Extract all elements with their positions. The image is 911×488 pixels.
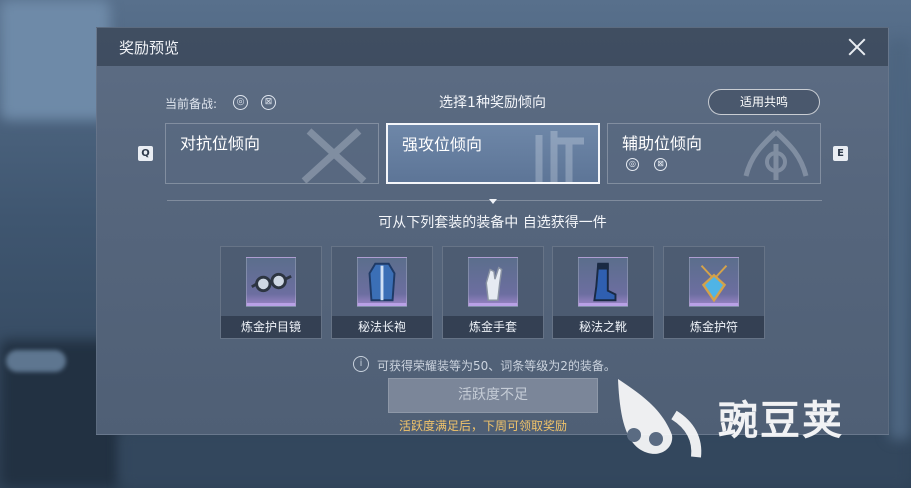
tendency-option-support[interactable]: 辅助位倾向 ◎ ⊠ (607, 123, 821, 184)
support-emblem-icon (743, 130, 809, 180)
tendency-label: 对抗位倾向 (180, 134, 261, 153)
tendency-option-confront[interactable]: 对抗位倾向 (165, 123, 379, 184)
background-scene (0, 0, 110, 120)
item-icon-frame (689, 257, 739, 307)
tendency-label: 强攻位倾向 (402, 135, 483, 154)
amulet-icon (700, 265, 728, 303)
key-hint-e: E (833, 146, 848, 161)
item-name: 炼金手套 (443, 316, 543, 338)
apply-resonance-button[interactable]: 适用共鸣 (708, 89, 820, 115)
team-role-icon: ⊠ (654, 158, 667, 171)
item-card[interactable]: 秘法长袍 (331, 246, 433, 339)
watermark-text: 豌豆荚 (718, 398, 844, 444)
item-name: 秘法之靴 (553, 316, 653, 338)
item-card[interactable]: 炼金护符 (663, 246, 765, 339)
item-icon-frame (468, 257, 518, 307)
item-icon-frame (357, 257, 407, 307)
claim-reward-button-disabled[interactable]: 活跃度不足 (388, 378, 598, 413)
selection-pointer-icon (489, 199, 497, 204)
boot-icon (593, 262, 617, 302)
warning-text: 活跃度满足后，下周可领取奖励 (399, 419, 568, 433)
team-role-icon: ◎ (626, 158, 639, 171)
tendency-label: 辅助位倾向 (622, 134, 703, 153)
item-card[interactable]: 炼金手套 (442, 246, 544, 339)
tendency-option-strike[interactable]: 强攻位倾向 (386, 123, 600, 184)
key-hint-q: Q (138, 146, 153, 161)
info-text: 可获得荣耀装等为50、词条等级为2的装备。 (377, 359, 616, 373)
strike-emblem-icon (535, 131, 584, 182)
goggles-icon (251, 272, 292, 293)
robe-icon (368, 262, 396, 302)
item-name: 炼金护符 (664, 316, 764, 338)
items-title: 可从下列套装的装备中 自选获得一件 (378, 215, 607, 231)
item-card[interactable]: 秘法之靴 (552, 246, 654, 339)
crossed-swords-icon (301, 128, 367, 183)
item-card[interactable]: 炼金护目镜 (220, 246, 322, 339)
item-icon-frame (246, 257, 296, 307)
info-icon: i (353, 356, 369, 372)
item-name: 秘法长袍 (332, 316, 432, 338)
item-name: 炼金护目镜 (221, 316, 321, 338)
dialog-header: 奖励预览 (97, 28, 888, 66)
background-button-blurred (6, 350, 66, 372)
glove-icon (485, 266, 503, 301)
close-icon[interactable] (846, 36, 868, 58)
dialog-title: 奖励预览 (119, 39, 180, 57)
item-icon-frame (578, 257, 628, 307)
